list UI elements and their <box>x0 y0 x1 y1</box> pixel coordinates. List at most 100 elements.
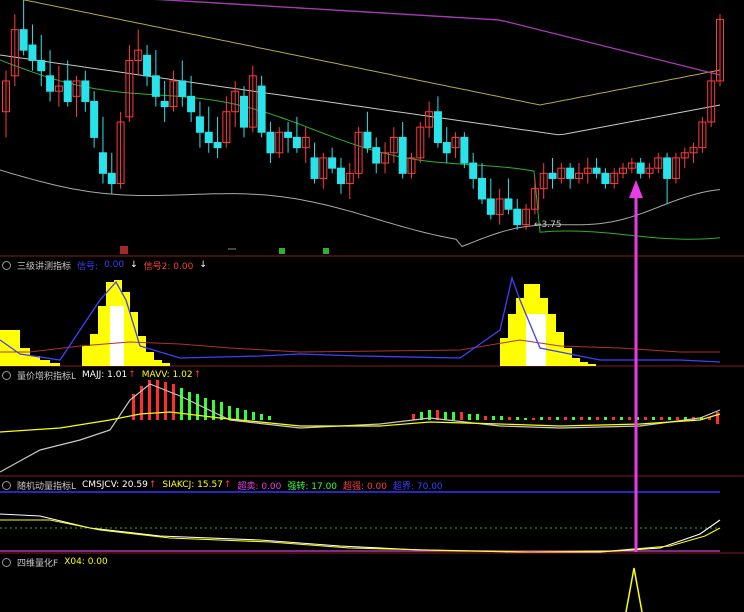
candle-body <box>160 100 169 108</box>
candle-body <box>310 157 319 179</box>
panel-gear-icon[interactable] <box>2 370 11 380</box>
volume-bar <box>716 412 719 424</box>
volume-bar <box>444 412 447 420</box>
volume-bar <box>476 414 479 420</box>
candle-body <box>478 177 486 200</box>
candle-body <box>292 136 301 149</box>
green-flag-icon <box>323 248 329 254</box>
candle-body <box>46 75 55 92</box>
volume-bar <box>236 408 239 420</box>
candle-body <box>398 136 407 174</box>
candle-body <box>284 131 293 138</box>
volume-bar <box>612 417 615 420</box>
volume-bar <box>220 402 223 420</box>
panel-title: 三级讲测指标 <box>17 261 72 272</box>
buy-signal-arrow-head <box>629 180 643 198</box>
volume-bar <box>460 412 463 420</box>
p3-item-0: CMSJCV: 20.59 <box>82 480 148 490</box>
signal-area-left-a <box>0 330 60 366</box>
volume-bar <box>500 416 503 420</box>
volume-bar <box>540 417 543 420</box>
low-price-label: ←3.75 <box>534 220 562 230</box>
volume-bar <box>516 417 519 420</box>
volume-bar <box>180 388 183 420</box>
p1-item-4: ↓ <box>199 260 207 270</box>
candle-body <box>433 111 442 144</box>
candle-body <box>513 208 522 226</box>
p1-item-0: 信号: <box>77 261 99 272</box>
candle-body <box>28 44 37 61</box>
ma-yellow-line <box>21 0 721 106</box>
signal-spike <box>625 567 643 612</box>
volume-bar <box>484 416 487 420</box>
candle-body <box>486 198 495 215</box>
chart-canvas[interactable] <box>0 0 744 612</box>
candle-body <box>469 162 478 179</box>
candle-body <box>195 116 204 133</box>
p1-item-1: 0.00 <box>104 260 125 270</box>
candle-body <box>372 147 381 164</box>
stock-chart-window[interactable]: ←3.75 三级讲测指标 信号: 0.00 ↓ 信号2: 0.00 ↓ 量价增积… <box>0 0 744 612</box>
volume-bar <box>244 410 247 420</box>
volume-bar <box>196 394 199 420</box>
volume-bar <box>604 417 607 420</box>
signal-area-right <box>500 284 596 366</box>
p3-item-5: 强转: 17.00 <box>287 481 338 492</box>
volume-bar <box>596 417 599 420</box>
volume-bar <box>252 412 255 420</box>
volume-bar <box>652 417 655 420</box>
candle-body <box>257 85 266 133</box>
volume-bar <box>548 417 551 420</box>
volume-bar <box>452 412 455 420</box>
candle-body <box>363 131 372 149</box>
candle-body <box>107 172 116 185</box>
panel-gear-icon[interactable] <box>2 260 11 270</box>
p3-item-2: SIAKCJ: 15.57 <box>162 480 223 490</box>
volume-bar <box>668 417 671 420</box>
candle-body <box>663 157 672 179</box>
p3-item-7: 超界: 70.00 <box>392 481 443 492</box>
volume-bar <box>572 417 575 420</box>
ma-green-line <box>0 59 721 240</box>
candle-body <box>442 142 451 154</box>
panel-title: 量价增积指标L <box>17 371 77 382</box>
p3-item-6: 超强: 0.00 <box>343 481 387 492</box>
p1-item-2: ↓ <box>130 260 138 270</box>
volume-bar <box>532 418 535 420</box>
volume-bar <box>588 417 591 420</box>
candle-body <box>266 131 275 154</box>
candle-body <box>204 131 213 144</box>
p2-item-3: ↑ <box>193 370 202 380</box>
volume-bar <box>412 414 415 420</box>
candle-body <box>98 152 107 174</box>
signal-area-left-b <box>82 280 170 366</box>
candle-body <box>178 80 187 97</box>
panel-gear-icon[interactable] <box>2 557 11 567</box>
candle-body <box>328 157 337 169</box>
candle-body <box>143 54 152 77</box>
mavv-line <box>0 411 721 433</box>
volume-bar <box>644 417 647 420</box>
volume-bar <box>628 417 631 420</box>
volume-bar <box>260 414 263 420</box>
volume-bar <box>188 392 191 420</box>
candle-body <box>460 136 469 164</box>
p3-item-1: ↑ <box>148 480 157 490</box>
candle-body <box>504 198 513 210</box>
candle-body <box>336 167 345 185</box>
candle-body <box>240 95 248 128</box>
p1-item-3: 信号2: 0.00 <box>143 261 194 272</box>
p3-item-4: 超卖: 0.00 <box>237 481 282 492</box>
p2-item-2: MAVV: 1.02 <box>141 370 193 380</box>
volume-bar <box>228 406 231 420</box>
green-flag-icon <box>279 248 285 254</box>
panel-gear-icon[interactable] <box>2 480 11 490</box>
candle-body <box>63 80 72 102</box>
volume-bar <box>492 416 495 420</box>
candle-body <box>187 95 196 113</box>
volume-bar <box>580 417 583 420</box>
ma-white-line <box>0 54 721 136</box>
candle-body <box>151 75 160 97</box>
left-arrow-icon: ← <box>534 220 542 230</box>
cmsjcv-line <box>0 513 721 553</box>
